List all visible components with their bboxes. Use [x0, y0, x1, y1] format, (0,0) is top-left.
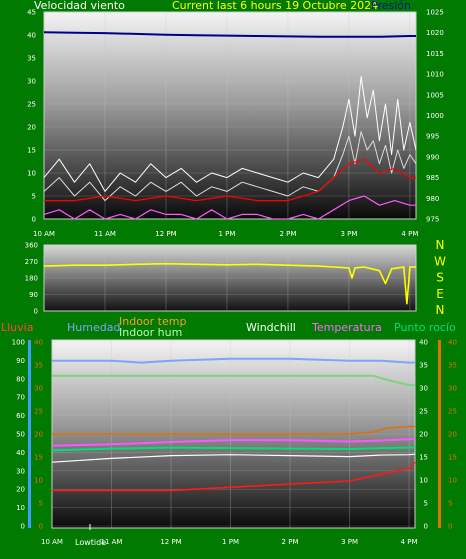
wind-x-tick-label: 1 PM [218, 230, 235, 238]
pressure-right-y-tick-label: 995 [426, 133, 439, 141]
humidity-y-tick-label: 100 [12, 339, 25, 347]
temp-right-y-tick-label: 15 [419, 454, 428, 462]
legend-windchill: Windchill [246, 321, 296, 334]
temp-right-y-tick-label: 35 [419, 362, 428, 370]
pressure-right-y-tick-label: 1010 [426, 71, 444, 79]
temp-x-tick-label: 2 PM [282, 538, 299, 546]
legend-humidity: Humedad [67, 321, 120, 334]
pressure-right-y-tick-label: 1020 [426, 29, 444, 37]
dir-left-y-tick-label: 90 [29, 291, 38, 299]
wind-left-y-tick-label: 40 [27, 32, 36, 40]
temp-x-tick-label: 10 AM [41, 538, 63, 546]
temp-right-far-y-tick-label: 5 [448, 500, 452, 508]
humidity-y-tick-label: 10 [16, 504, 25, 512]
compass-label: N [436, 238, 445, 252]
temp-left-y-tick-label: 10 [34, 477, 43, 485]
temp-left-y-tick-label: 30 [34, 385, 43, 393]
temp-right-y-tick-label: 5 [424, 500, 428, 508]
temp-left-y-tick-label: 20 [34, 431, 43, 439]
temp-right-far-y-tick-label: 10 [448, 477, 457, 485]
temp-right-far-y-tick-label: 30 [448, 385, 457, 393]
humidity-y-tick-label: 40 [16, 449, 25, 457]
temp-left-y-tick-label: 25 [34, 408, 43, 416]
wind-label: Velocidad viento [34, 0, 125, 12]
pressure-right-y-tick-label: 985 [426, 174, 439, 182]
humidity-y-tick-label: 0 [21, 523, 25, 531]
temp-right-y-tick-label: 30 [419, 385, 428, 393]
wind-panel-plot [43, 11, 417, 220]
temp-right-far-y-tick-label: 15 [448, 454, 457, 462]
legend-dew-point: Punto rocío [394, 321, 456, 334]
legend-temperature: Temperatura [311, 321, 382, 334]
pressure-label: Presión [371, 0, 411, 12]
temp-right-far-y-tick-label: 0 [448, 523, 452, 531]
weather-charts-svg: Velocidad viento Current last 6 hours 19… [1, 0, 457, 547]
compass-label: W [434, 254, 446, 268]
rain-axis-label: Lluvia [1, 321, 33, 334]
pressure-right-y-tick-label: 980 [426, 195, 439, 203]
wind-x-tick-label: 4 PM [401, 230, 418, 238]
humidity-y-tick-label: 50 [16, 431, 25, 439]
wind-x-tick-label: 11 AM [94, 230, 116, 238]
wind-left-y-tick-label: 10 [27, 170, 36, 178]
dir-left-y-tick-label: 0 [34, 308, 38, 316]
temp-right-y-tick-label: 0 [424, 523, 428, 531]
humidity-y-tick-label: 70 [16, 394, 25, 402]
temp-x-tick-label: 3 PM [341, 538, 358, 546]
wind-x-tick-label: 3 PM [340, 230, 357, 238]
compass-label: N [436, 303, 445, 317]
humidity-axis-bar [28, 340, 31, 528]
wind-left-y-tick-label: 0 [32, 216, 36, 224]
wind-left-y-tick-label: 15 [27, 147, 36, 155]
wind-left-y-tick-label: 25 [27, 101, 36, 109]
temp-left-y-tick-label: 5 [39, 500, 43, 508]
temp-axis-bar [438, 340, 441, 528]
temp-left-y-tick-label: 35 [34, 362, 43, 370]
temp-left-y-tick-label: 15 [34, 454, 43, 462]
temp-right-far-y-tick-label: 40 [448, 339, 457, 347]
humidity-y-tick-label: 20 [16, 486, 25, 494]
wind-left-y-tick-label: 30 [27, 78, 36, 86]
temp-x-tick-label: 11 AM [101, 538, 123, 546]
wind-x-tick-label: 2 PM [279, 230, 296, 238]
chart-title: Current last 6 hours 19 Octubre 2024 [172, 0, 378, 12]
wind-left-y-tick-label: 5 [32, 193, 36, 201]
humidity-y-tick-label: 90 [16, 357, 25, 365]
dir-left-y-tick-label: 180 [25, 275, 38, 283]
compass-label: S [436, 271, 444, 285]
temp-x-tick-label: 12 PM [160, 538, 181, 546]
temp-right-y-tick-label: 40 [419, 339, 428, 347]
wind-left-y-tick-label: 35 [27, 55, 36, 63]
pressure-right-y-tick-label: 975 [426, 216, 439, 224]
compass-label: E [436, 287, 444, 301]
temp-right-far-y-tick-label: 25 [448, 408, 457, 416]
temp-left-y-tick-label: 40 [34, 339, 43, 347]
weather-dashboard: Velocidad viento Current last 6 hours 19… [0, 0, 466, 555]
temp-x-tick-label: 1 PM [222, 538, 239, 546]
temp-right-far-y-tick-label: 35 [448, 362, 457, 370]
dir-left-y-tick-label: 360 [25, 242, 38, 250]
pressure-right-y-tick-label: 1000 [426, 112, 444, 120]
dir-left-y-tick-label: 270 [25, 258, 38, 266]
temp-right-y-tick-label: 10 [419, 477, 428, 485]
temp-right-y-tick-label: 20 [419, 431, 428, 439]
pressure-right-y-tick-label: 990 [426, 153, 439, 161]
temp-left-y-tick-label: 0 [39, 523, 43, 531]
pressure-right-y-tick-label: 1015 [426, 50, 444, 58]
humidity-y-tick-label: 30 [16, 467, 25, 475]
temp-x-tick-label: 4 PM [401, 538, 418, 546]
temp-right-y-tick-label: 25 [419, 408, 428, 416]
pressure-right-y-tick-label: 1025 [426, 9, 444, 17]
humidity-y-tick-label: 80 [16, 375, 25, 383]
temp-right-far-y-tick-label: 20 [448, 431, 457, 439]
wind-left-y-tick-label: 20 [27, 124, 36, 132]
wind-left-y-tick-label: 45 [27, 9, 36, 17]
humidity-y-tick-label: 60 [16, 412, 25, 420]
wind-x-tick-label: 10 AM [33, 230, 55, 238]
pressure-right-y-tick-label: 1005 [426, 91, 444, 99]
legend-indoor-hum: Indoor hum [119, 326, 182, 339]
wind-x-tick-label: 12 PM [155, 230, 176, 238]
